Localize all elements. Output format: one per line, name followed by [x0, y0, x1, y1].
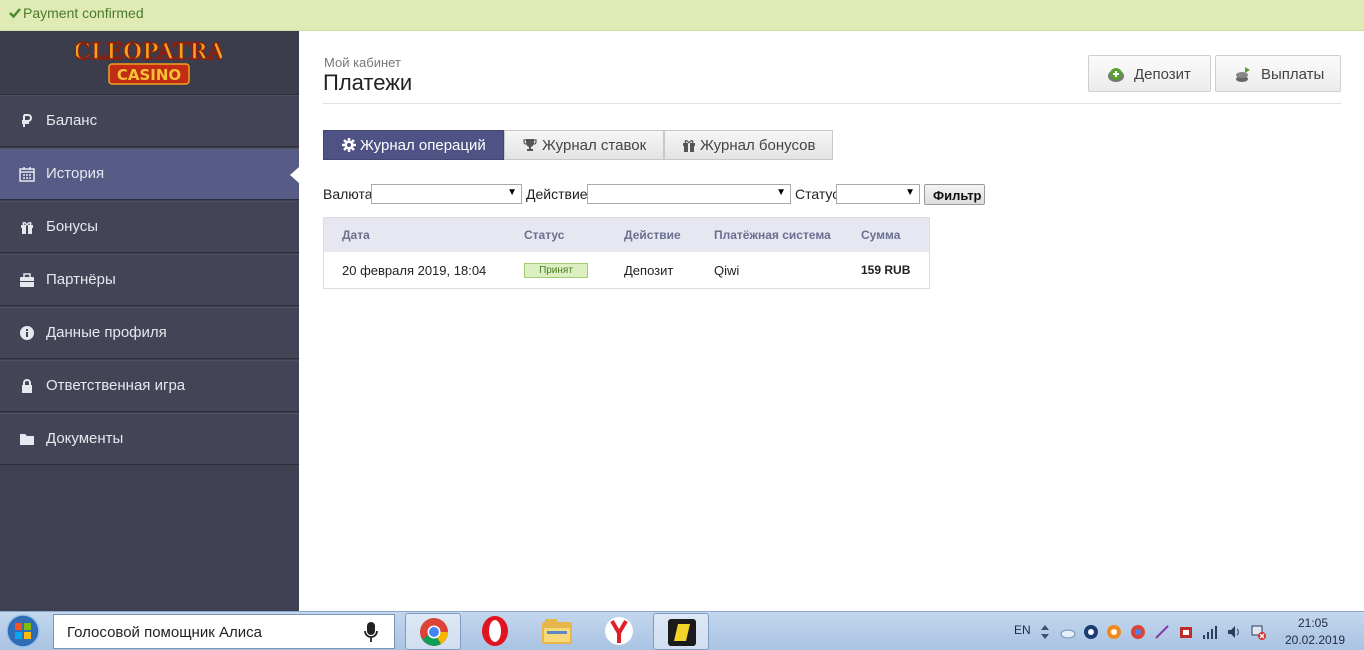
column-date[interactable]: Дата	[342, 228, 370, 242]
cell-date: 20 февраля 2019, 18:04	[342, 263, 487, 278]
column-payment-system[interactable]: Платёжная система	[714, 228, 831, 242]
language-indicator[interactable]: EN	[1014, 623, 1031, 637]
network-disconnected-icon[interactable]	[1250, 624, 1266, 640]
payouts-label: Выплаты	[1261, 66, 1325, 83]
column-action[interactable]: Действие	[624, 228, 681, 242]
gift-icon	[683, 140, 695, 152]
sidebar-item-label: Баланс	[46, 112, 98, 129]
sidebar-item-history[interactable]: История	[0, 148, 299, 200]
plus-circle-icon	[1108, 68, 1124, 82]
currency-select[interactable]: ▼	[371, 184, 522, 204]
tab-label: Журнал операций	[360, 137, 486, 154]
filter-button-label: Фильтр	[933, 188, 982, 203]
briefcase-icon	[20, 273, 34, 287]
cell-payment-system: Qiwi	[714, 263, 740, 278]
currency-label: Валюта	[323, 186, 373, 202]
windows-start-icon[interactable]	[3, 613, 43, 650]
sidebar-item-label: Ответственная игра	[46, 377, 186, 394]
sidebar: CLEOPATRA CASINO Баланс История Бонусы П…	[0, 31, 299, 611]
payments-table: Дата Статус Действие Платёжная система С…	[323, 217, 930, 289]
calendar-icon	[19, 167, 35, 182]
deposit-button[interactable]: Депозит	[1088, 55, 1211, 92]
gear-icon	[342, 138, 356, 152]
header-divider	[323, 103, 1341, 104]
explorer-icon[interactable]	[529, 613, 585, 650]
active-indicator	[290, 167, 299, 183]
cell-action: Депозит	[624, 263, 674, 278]
clock-time[interactable]: 21:05	[1298, 616, 1328, 630]
tab-bets-log[interactable]: Журнал ставок	[504, 130, 664, 160]
sidebar-item-label: Документы	[46, 430, 124, 447]
sidebar-item-label: Данные профиля	[46, 324, 167, 341]
payment-notification: Payment confirmed	[0, 0, 1364, 31]
page-title: Платежи	[323, 70, 413, 95]
volume-icon[interactable]	[1226, 624, 1242, 640]
trophy-icon	[523, 139, 537, 151]
yandex-browser-icon[interactable]	[591, 613, 647, 650]
filter-button[interactable]: Фильтр	[924, 184, 985, 205]
chrome-icon[interactable]	[405, 613, 461, 650]
sidebar-item-bonuses[interactable]: Бонусы	[0, 201, 299, 253]
sidebar-item-label: Партнёры	[46, 271, 116, 288]
check-icon	[9, 8, 21, 19]
action-select[interactable]: ▼	[587, 184, 791, 204]
search-text: Голосовой помощник Алиса	[67, 624, 262, 641]
table-header: Дата Статус Действие Платёжная система С…	[324, 218, 929, 252]
breadcrumb: Мой кабинет	[324, 55, 401, 70]
cloud-icon[interactable]	[1060, 624, 1076, 640]
sidebar-item-label: История	[46, 165, 105, 182]
taskbar: Голосовой помощник Алиса EN 21:05 20.02.…	[0, 611, 1364, 650]
folder-icon	[20, 434, 34, 445]
payouts-button[interactable]: Выплаты	[1215, 55, 1341, 92]
pen-icon[interactable]	[1154, 624, 1170, 640]
opera-icon[interactable]	[467, 613, 523, 650]
cell-amount: 159 RUB	[861, 263, 911, 277]
tab-label: Журнал ставок	[542, 137, 647, 154]
sticky-app-icon[interactable]	[653, 613, 709, 650]
dropdown-arrow-icon: ▼	[507, 187, 517, 198]
svg-text:CASINO: CASINO	[117, 66, 181, 84]
casino-logo[interactable]: CLEOPATRA CASINO	[0, 31, 299, 95]
signal-icon[interactable]	[1202, 624, 1218, 640]
sidebar-item-responsible-gaming[interactable]: Ответственная игра	[0, 360, 299, 412]
sidebar-item-documents[interactable]: Документы	[0, 413, 299, 465]
sidebar-item-profile[interactable]: Данные профиля	[0, 307, 299, 359]
coins-icon	[1236, 67, 1250, 82]
svg-text:CLEOPATRA: CLEOPATRA	[76, 39, 222, 65]
column-amount[interactable]: Сумма	[861, 228, 900, 242]
sidebar-item-balance[interactable]: Баланс	[0, 95, 299, 147]
chrome-tray-icon[interactable]	[1130, 624, 1146, 640]
microphone-icon[interactable]	[364, 621, 378, 643]
sync-icon[interactable]	[1083, 624, 1099, 640]
column-status[interactable]: Статус	[524, 228, 564, 242]
deposit-label: Депозит	[1134, 66, 1191, 83]
sidebar-item-label: Бонусы	[46, 218, 99, 235]
ruble-icon	[22, 114, 32, 127]
gift-icon	[21, 221, 33, 234]
orange-app-icon[interactable]	[1106, 624, 1122, 640]
status-select[interactable]: ▼	[836, 184, 920, 204]
logo-image: CLEOPATRA CASINO	[76, 38, 222, 85]
info-icon	[20, 326, 34, 340]
voice-assistant-search[interactable]: Голосовой помощник Алиса	[53, 614, 395, 649]
tab-label: Журнал бонусов	[700, 137, 816, 154]
security-icon[interactable]	[1178, 624, 1194, 640]
sidebar-item-partners[interactable]: Партнёры	[0, 254, 299, 306]
dropdown-arrow-icon: ▼	[776, 187, 786, 198]
clock-date[interactable]: 20.02.2019	[1285, 633, 1345, 647]
notification-text: Payment confirmed	[23, 5, 144, 21]
arrows-icon[interactable]	[1040, 624, 1050, 640]
lock-icon	[22, 379, 32, 393]
action-label: Действие	[526, 186, 588, 202]
tab-operations-log[interactable]: Журнал операций	[323, 130, 504, 160]
tab-bonuses-log[interactable]: Журнал бонусов	[664, 130, 833, 160]
dropdown-arrow-icon: ▼	[905, 187, 915, 198]
status-label: Статус	[795, 186, 840, 202]
status-badge: Принят	[524, 263, 588, 278]
